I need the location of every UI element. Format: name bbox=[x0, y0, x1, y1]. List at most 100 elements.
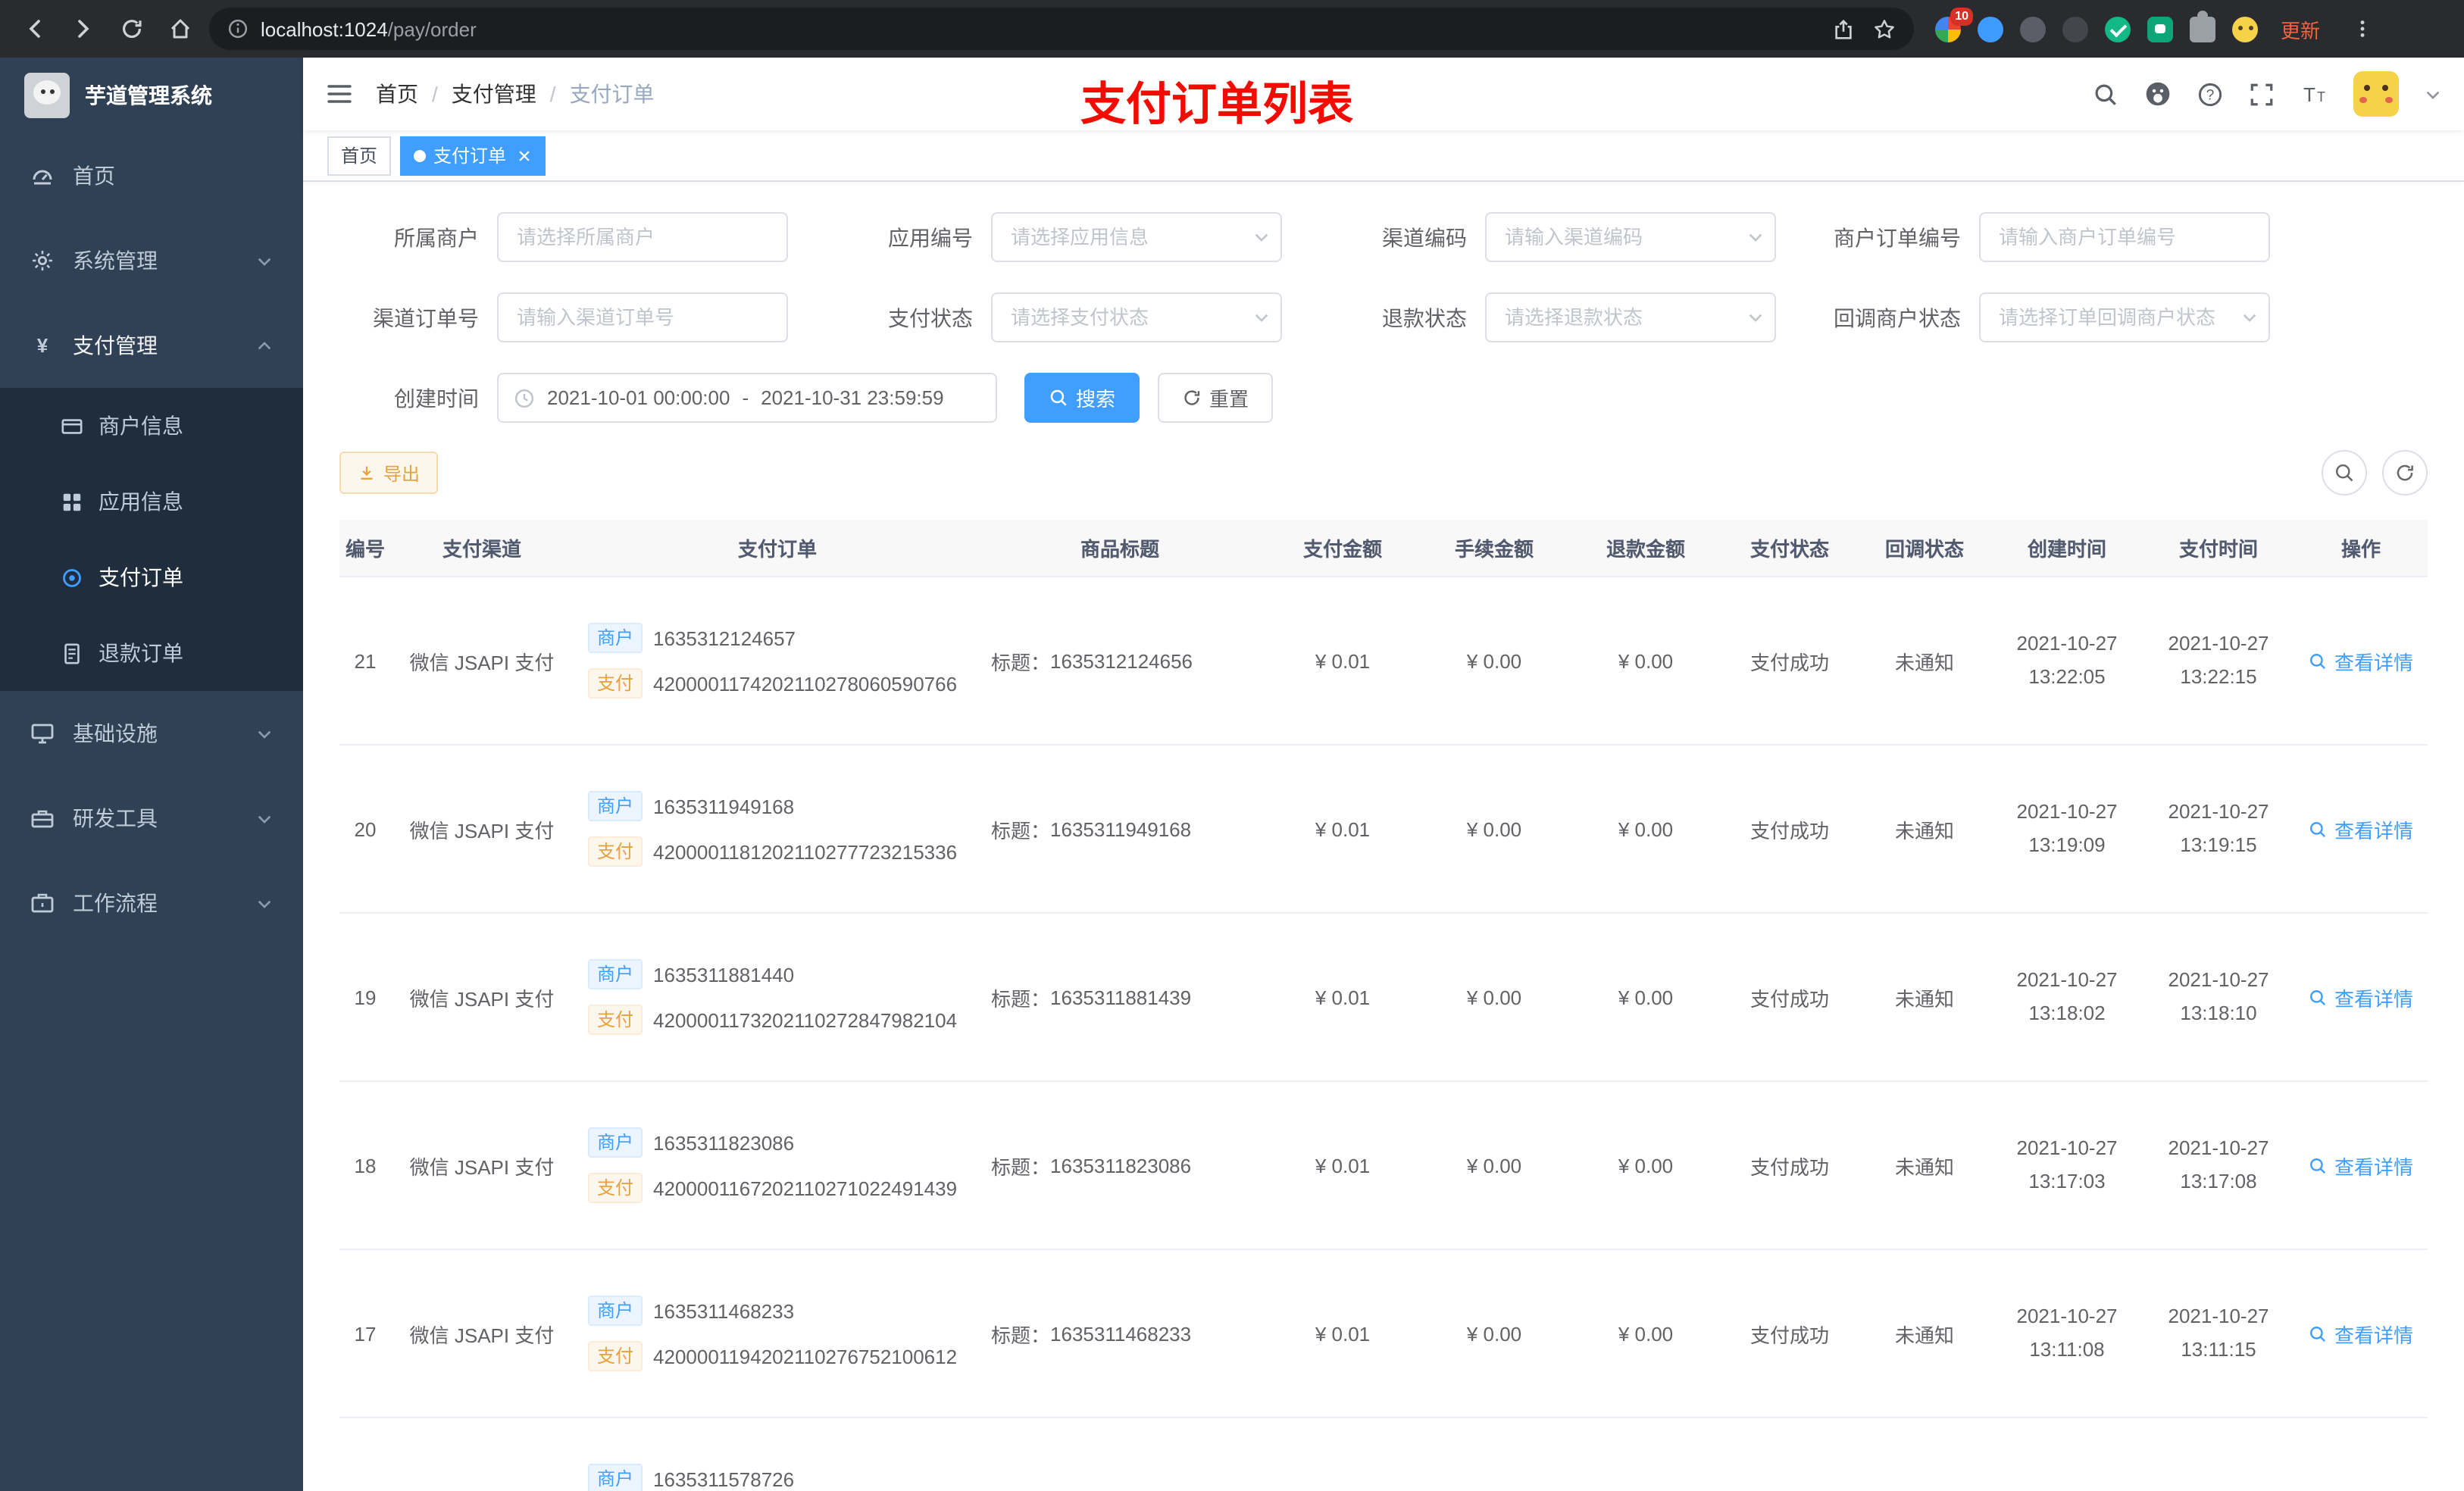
url-bar[interactable]: localhost:1024/pay/order bbox=[209, 8, 1914, 50]
merchant-input[interactable] bbox=[497, 212, 788, 262]
bookmark-star-icon[interactable] bbox=[1873, 17, 1896, 40]
extensions-puzzle-icon[interactable] bbox=[2190, 10, 2215, 42]
title-value: 1635311881439 bbox=[1050, 986, 1192, 1008]
browser-back-icon[interactable] bbox=[15, 9, 55, 48]
pay-order-no: 4200001194202110276752100612 bbox=[653, 1345, 958, 1368]
user-avatar[interactable] bbox=[2353, 71, 2399, 117]
channel-code-select[interactable] bbox=[1485, 212, 1776, 262]
toggle-search-button[interactable] bbox=[2322, 450, 2367, 495]
sidebar-item-infrastructure[interactable]: 基础设施 bbox=[0, 691, 303, 776]
profile-avatar-icon[interactable] bbox=[2232, 16, 2258, 42]
font-size-icon[interactable]: TT bbox=[2300, 82, 2328, 106]
merchant-tag: 商户 bbox=[588, 1127, 643, 1158]
tab-home[interactable]: 首页 bbox=[327, 136, 392, 175]
pay-tag: 支付 bbox=[588, 1005, 643, 1035]
extension-icon[interactable] bbox=[1978, 16, 2003, 42]
sidebar-item-merchant-info[interactable]: 商户信息 bbox=[0, 388, 303, 464]
browser-chrome: localhost:1024/pay/order 10 更新 bbox=[0, 0, 2464, 58]
pay-status-select[interactable] bbox=[991, 292, 1282, 342]
title-prefix: 标题： bbox=[991, 1155, 1051, 1178]
fullscreen-icon[interactable] bbox=[2249, 81, 2275, 107]
share-icon[interactable] bbox=[1832, 17, 1855, 40]
document-icon bbox=[61, 642, 83, 664]
cell-id: 18 bbox=[354, 1154, 377, 1177]
sidebar-item-home[interactable]: 首页 bbox=[0, 133, 303, 218]
search-button[interactable]: 搜索 bbox=[1024, 373, 1140, 423]
view-detail-link[interactable]: 查看详情 bbox=[2309, 1151, 2413, 1180]
filter-label: 回调商户状态 bbox=[1834, 305, 1961, 330]
screen: localhost:1024/pay/order 10 更新 芋道管理系统 首页… bbox=[0, 0, 2464, 1491]
browser-reload-icon[interactable] bbox=[112, 9, 152, 48]
refresh-button[interactable] bbox=[2382, 450, 2428, 495]
sidebar-item-refund-order[interactable]: 退款订单 bbox=[0, 615, 303, 691]
cell-pay-order: 商户 1635312124657 支付 4200001174202110278060… bbox=[573, 577, 973, 744]
credit-card-icon bbox=[61, 414, 83, 437]
create-time-range-picker[interactable]: 2021-10-01 00:00:00 - 2021-10-31 23:59:5… bbox=[497, 373, 997, 423]
cell-id: 19 bbox=[354, 986, 377, 1008]
title-prefix: 标题： bbox=[991, 651, 1051, 674]
cell-pay-amount bbox=[1267, 1418, 1418, 1491]
sidebar-item-workflow[interactable]: 工作流程 bbox=[0, 861, 303, 946]
notify-status-select[interactable] bbox=[1979, 292, 2270, 342]
sidebar-item-app-info[interactable]: 应用信息 bbox=[0, 464, 303, 539]
channel-order-no-input[interactable] bbox=[497, 292, 788, 342]
search-button-label: 搜索 bbox=[1076, 388, 1116, 411]
close-icon[interactable] bbox=[517, 148, 532, 163]
svg-text:T: T bbox=[2303, 83, 2315, 106]
date-range-separator: - bbox=[742, 386, 749, 409]
export-button[interactable]: 导出 bbox=[339, 452, 439, 494]
breadcrumb-item[interactable]: 支付管理 bbox=[452, 79, 536, 109]
view-detail-link[interactable]: 查看详情 bbox=[2309, 983, 2413, 1011]
extension-icon[interactable]: 10 bbox=[1935, 7, 1973, 42]
merchant-order-no-input[interactable] bbox=[1979, 212, 2270, 262]
browser-menu-icon[interactable] bbox=[2343, 9, 2382, 48]
search-icon[interactable] bbox=[2093, 81, 2118, 107]
breadcrumb: 首页 / 支付管理 / 支付订单 bbox=[376, 79, 655, 109]
cell-channel: 微信 JSAPI 支付 bbox=[409, 987, 555, 1010]
merchant-tag: 商户 bbox=[588, 623, 643, 653]
help-icon[interactable]: ? bbox=[2197, 81, 2223, 107]
chevron-down-icon bbox=[256, 252, 273, 269]
navbar-actions: ? TT bbox=[2093, 71, 2441, 117]
url-text: localhost:1024/pay/order bbox=[261, 17, 477, 40]
reset-button[interactable]: 重置 bbox=[1158, 373, 1274, 423]
sidebar-item-system[interactable]: 系统管理 bbox=[0, 218, 303, 303]
sidebar: 芋道管理系统 首页 系统管理 ¥ 支付管理 商户信息 应用信息 支付订单 退款订… bbox=[0, 58, 303, 1491]
browser-update-button[interactable]: 更新 bbox=[2281, 14, 2320, 43]
breadcrumb-separator: / bbox=[549, 82, 556, 106]
grid-icon bbox=[61, 490, 83, 513]
column-header: 商品标题 bbox=[1080, 538, 1159, 561]
view-detail-link[interactable]: 查看详情 bbox=[2309, 814, 2413, 843]
extension-icon[interactable] bbox=[2147, 16, 2173, 42]
cell-pay-time: 2021-10-27 13:18:10 bbox=[2168, 967, 2269, 1024]
sidebar-toggle-icon[interactable] bbox=[326, 80, 353, 108]
tab-pay-order[interactable]: 支付订单 bbox=[400, 136, 546, 175]
filter-field-refund-status: 退款状态 bbox=[1327, 292, 1821, 342]
title-prefix: 标题： bbox=[991, 819, 1051, 842]
app-id-select[interactable] bbox=[991, 212, 1282, 262]
sidebar-item-payment[interactable]: ¥ 支付管理 bbox=[0, 303, 303, 388]
extension-icon[interactable] bbox=[2105, 16, 2131, 42]
cell-create-time: 2021-10-27 13:17:03 bbox=[2016, 1136, 2118, 1192]
browser-home-icon[interactable] bbox=[161, 9, 200, 48]
browser-forward-icon[interactable] bbox=[64, 9, 103, 48]
github-icon[interactable] bbox=[2144, 80, 2172, 108]
extension-icon[interactable] bbox=[2062, 16, 2088, 42]
sidebar-item-label: 首页 bbox=[73, 164, 115, 188]
sidebar-item-dev-tools[interactable]: 研发工具 bbox=[0, 776, 303, 861]
cell-title: 标题： 1635311881439 bbox=[973, 914, 1267, 1080]
view-detail-link[interactable]: 查看详情 bbox=[2309, 646, 2413, 675]
refund-status-select[interactable] bbox=[1485, 292, 1776, 342]
view-detail-label: 查看详情 bbox=[2334, 987, 2413, 1010]
breadcrumb-item[interactable]: 首页 bbox=[376, 79, 418, 109]
cell-id: 21 bbox=[354, 649, 377, 672]
table-row: 20 微信 JSAPI 支付 商户 1635311949168 支付 4200001… bbox=[339, 746, 2428, 914]
sidebar-item-pay-order[interactable]: 支付订单 bbox=[0, 539, 303, 615]
cell-pay-time: 2021-10-27 13:17:08 bbox=[2168, 1136, 2269, 1192]
site-info-icon[interactable] bbox=[227, 18, 249, 39]
extension-icon[interactable] bbox=[2020, 16, 2046, 42]
view-detail-link[interactable]: 查看详情 bbox=[2309, 1319, 2413, 1348]
cell-pay-order: 商户1635311578726 支付 bbox=[573, 1418, 973, 1491]
cell-pay-order: 商户 1635311949168 支付 4200001181202110277723… bbox=[573, 746, 973, 912]
user-menu-caret-icon[interactable] bbox=[2425, 86, 2441, 102]
